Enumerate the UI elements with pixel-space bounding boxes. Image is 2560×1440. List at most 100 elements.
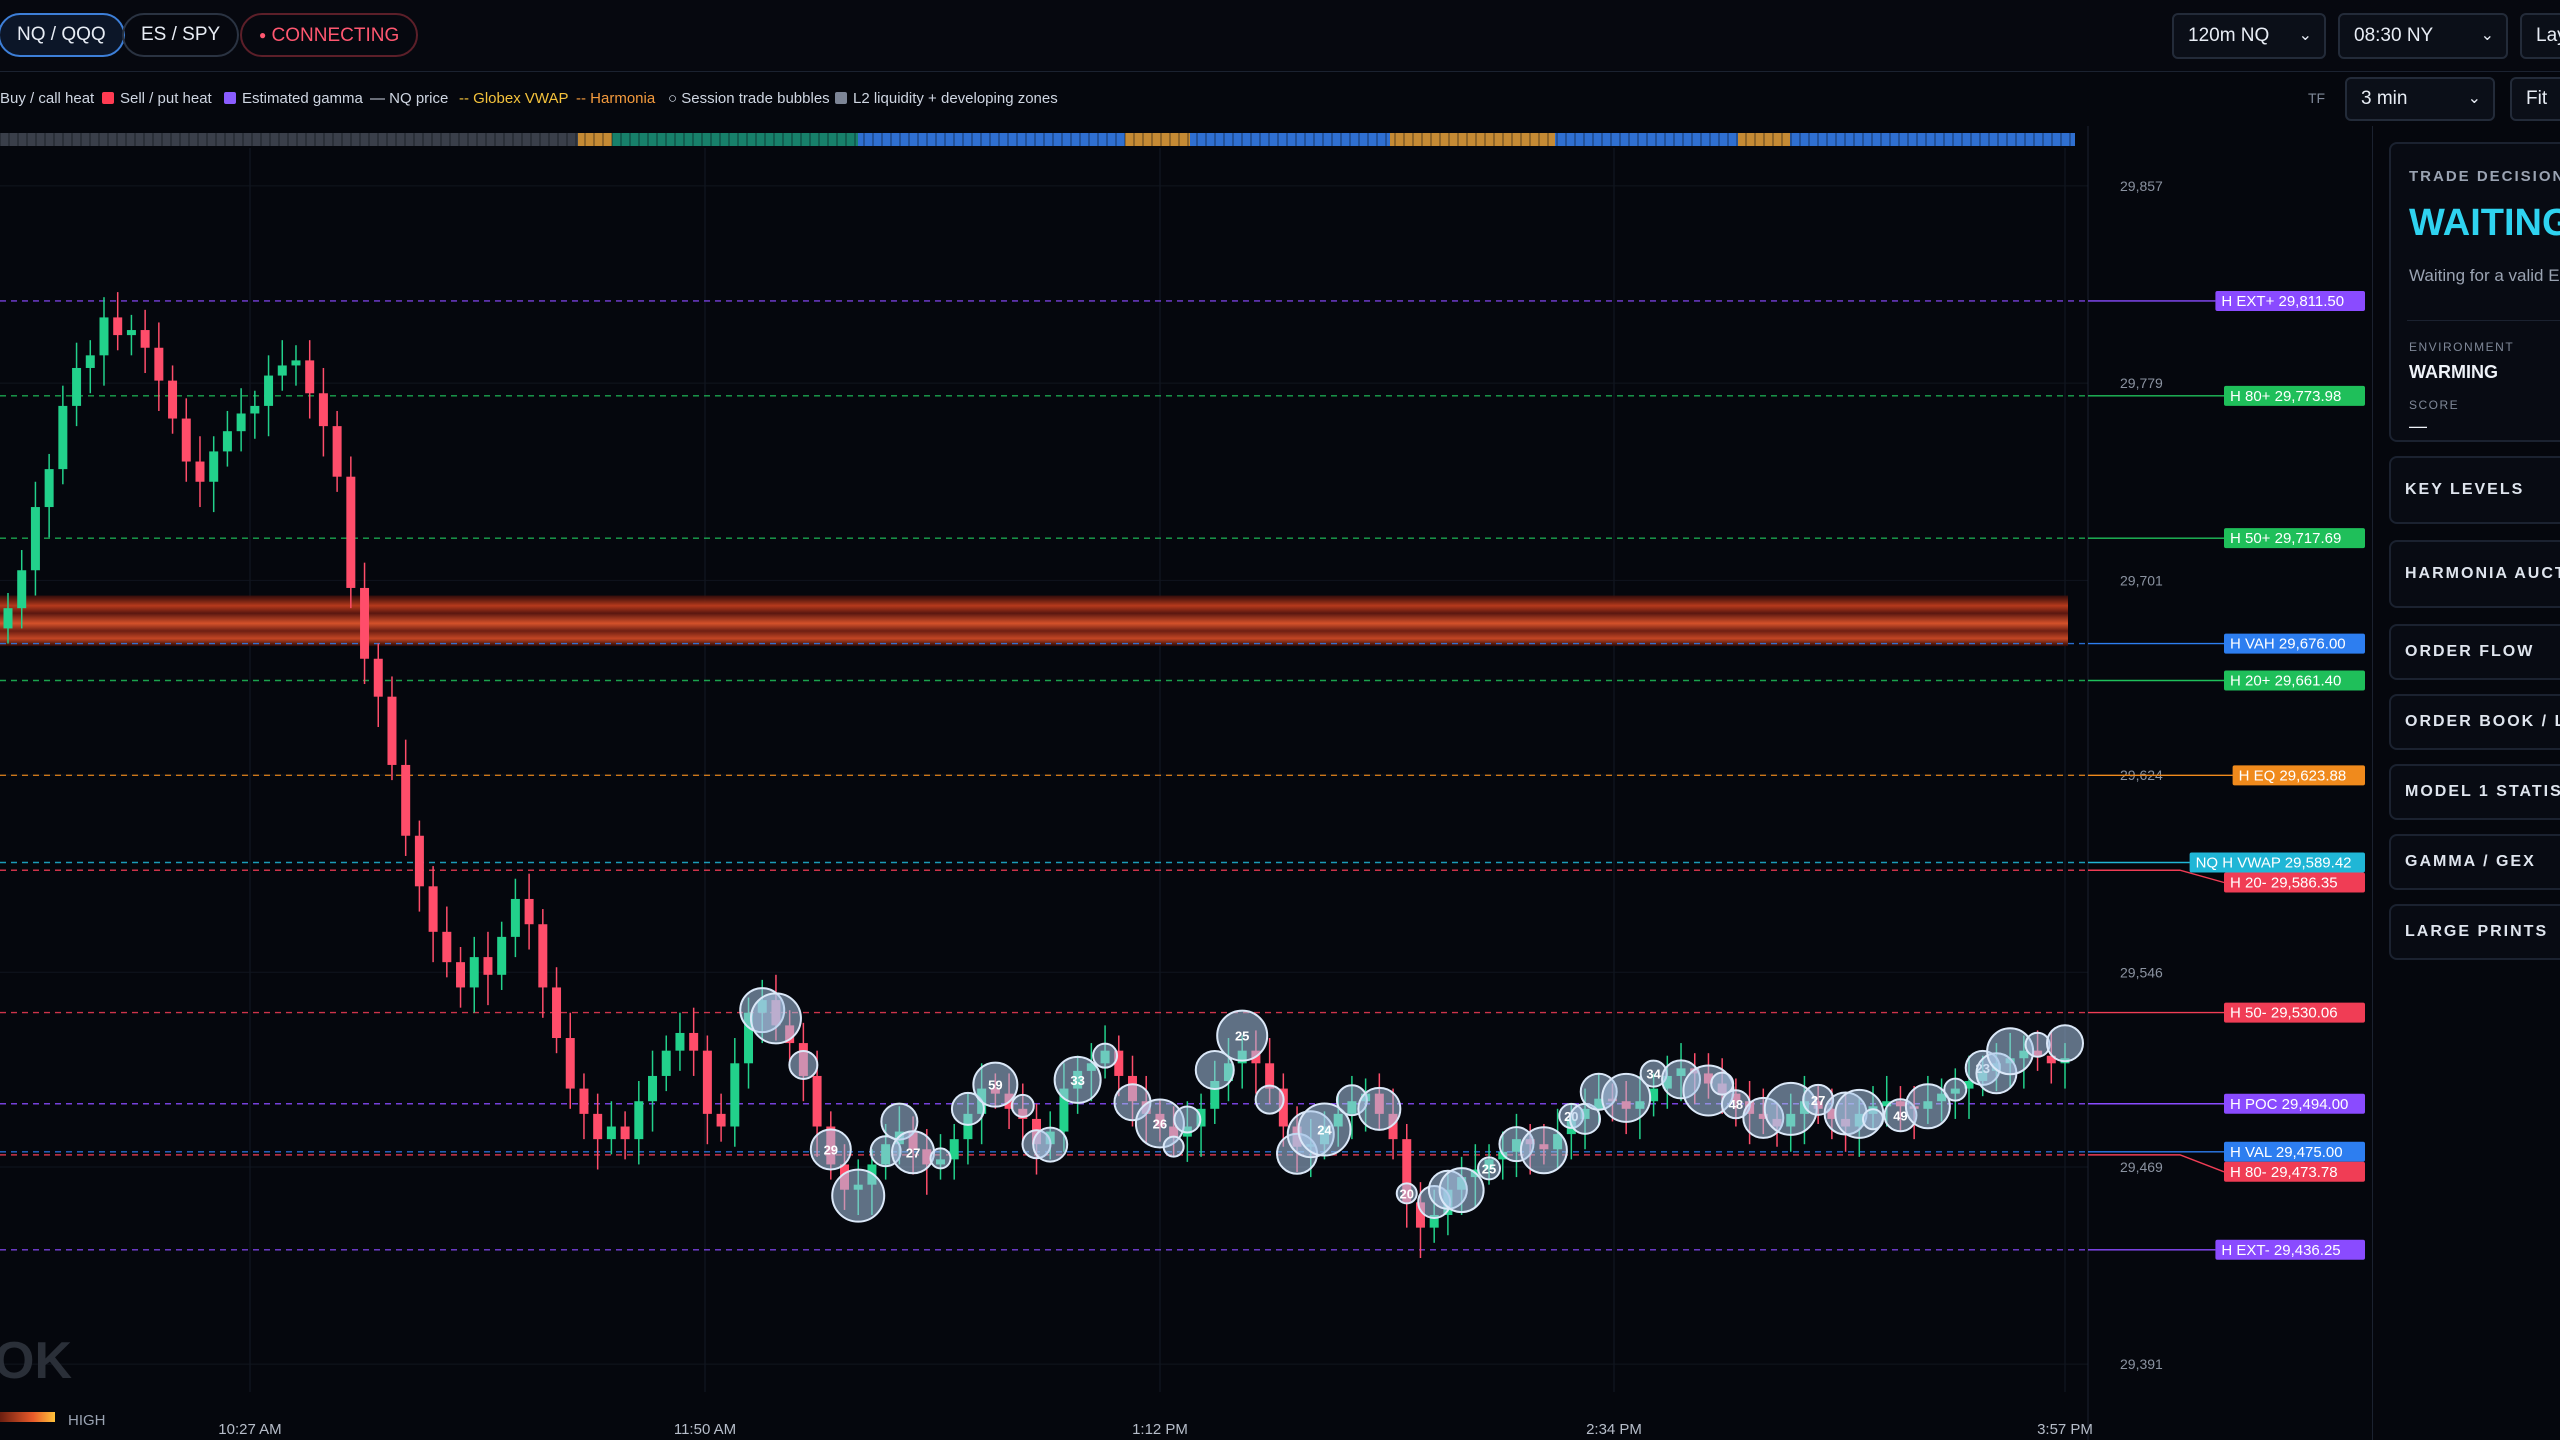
- section-label: ORDER FLOW: [2405, 643, 2535, 660]
- candle-body: [318, 393, 328, 427]
- trade-bubble: [1438, 1167, 1485, 1214]
- tab-nq-qqq[interactable]: NQ / QQQ: [0, 13, 125, 57]
- trade-bubble-label: 29: [824, 1142, 838, 1157]
- regime-ribbon: [0, 133, 2075, 146]
- ribbon-segment: [1125, 133, 1190, 146]
- legend-sell-put-heat: Sell / put heat: [102, 90, 212, 107]
- y-tick-label: 29,546: [2120, 964, 2163, 980]
- candle-body: [99, 317, 109, 356]
- candle-body: [222, 431, 232, 452]
- score-value: —: [2409, 416, 2427, 436]
- candle-body: [552, 987, 562, 1039]
- section-label: KEY LEVELS: [2405, 481, 2525, 498]
- section-label: HARMONIA AUCT: [2405, 565, 2560, 582]
- trade-bubble: [1254, 1084, 1285, 1115]
- candle-body: [181, 418, 191, 462]
- section-gamma-gex[interactable]: GAMMA / GEX: [2389, 834, 2560, 890]
- level-badge-label: H 50+ 29,717.69: [2230, 530, 2341, 547]
- ribbon-segment: [858, 133, 1125, 146]
- decision-subtitle: Waiting for a valid E: [2409, 266, 2560, 285]
- candle-body: [428, 886, 438, 932]
- timeframe-select-value: 120m NQ: [2188, 25, 2270, 46]
- x-tick-label: 2:34 PM: [1586, 1421, 1642, 1438]
- legend-label: Sell / put heat: [120, 90, 212, 107]
- candle-body: [730, 1063, 740, 1127]
- section-model-statistics[interactable]: MODEL 1 STATIST: [2389, 764, 2560, 820]
- candle-body: [442, 931, 452, 963]
- legend-estimated-gamma: Estimated gamma: [224, 90, 363, 107]
- session-select[interactable]: 08:30 NY ⌄: [2338, 13, 2508, 59]
- candle-body: [44, 469, 54, 508]
- tf-label: TF: [2308, 90, 2326, 106]
- trade-bubble: [1943, 1077, 1968, 1102]
- legend-label: NQ price: [389, 90, 449, 107]
- candle-body: [675, 1032, 685, 1051]
- fit-button[interactable]: Fit: [2510, 77, 2560, 121]
- trade-bubble: [749, 992, 802, 1045]
- trade-bubble-label: 59: [988, 1078, 1002, 1093]
- y-tick-label: 29,857: [2120, 178, 2163, 194]
- tf-select-value: 3 min: [2361, 88, 2408, 109]
- x-tick-label: 3:57 PM: [2037, 1421, 2093, 1438]
- level-badge-label: NQ H VWAP 29,589.42: [2196, 854, 2352, 871]
- section-key-levels[interactable]: KEY LEVELS: [2389, 456, 2560, 524]
- legend-l2-liquidity: L2 liquidity + developing zones: [835, 90, 1058, 107]
- price-chart[interactable]: 292759332625242025203448274923 29,85729,…: [0, 126, 2372, 1440]
- legend-label: Buy / call heat: [0, 90, 95, 107]
- trade-decision-title: TRADE DECISION: [2409, 168, 2560, 185]
- section-label: ORDER BOOK / L2: [2405, 713, 2560, 730]
- legend-session-trade-bubbles: ○ Session trade bubbles: [668, 90, 830, 107]
- tf-select[interactable]: 3 min ⌄: [2345, 77, 2495, 121]
- ribbon-segment: [0, 133, 578, 146]
- section-order-book[interactable]: ORDER BOOK / L2: [2389, 694, 2560, 750]
- candle-body: [72, 367, 82, 406]
- x-tick-label: 11:50 AM: [674, 1421, 736, 1438]
- session-select-value: 08:30 NY: [2354, 25, 2434, 46]
- line-icon: —: [370, 90, 390, 107]
- layout-button[interactable]: Lay: [2520, 13, 2560, 59]
- level-labels: H EXT+ 29,811.50 H 80+ 29,773.98 H 50+ 29,…: [2088, 290, 2365, 1260]
- connection-status-label: CONNECTING: [271, 25, 400, 46]
- x-tick-label: 10:27 AM: [218, 1421, 281, 1438]
- timeframe-select[interactable]: 120m NQ ⌄: [2172, 13, 2326, 59]
- trade-bubble: [1357, 1086, 1402, 1131]
- section-harmonia-auction[interactable]: HARMONIA AUCT: [2389, 540, 2560, 608]
- layout-button-label: Lay: [2536, 25, 2560, 46]
- level-badge-label: H VAL 29,475.00: [2230, 1144, 2343, 1161]
- gray-square-icon: [835, 92, 847, 104]
- trade-bubble-label: 25: [1482, 1161, 1496, 1176]
- trade-bubble-label: 27: [1811, 1093, 1825, 1108]
- candle-body: [689, 1032, 699, 1051]
- trade-bubble: [929, 1147, 952, 1170]
- legend-buy-call-heat: Buy / call heat: [0, 90, 94, 107]
- legend-label: Estimated gamma: [242, 90, 363, 107]
- legend-label: L2 liquidity + developing zones: [853, 90, 1058, 107]
- level-badge-label: H 20- 29,586.35: [2230, 874, 2338, 891]
- candle-body: [456, 962, 466, 988]
- candle-body: [469, 957, 479, 988]
- trade-bubble-label: 26: [1153, 1117, 1167, 1132]
- top-toolbar: NQ / QQQ ES / SPY ● CONNECTING 120m NQ ⌄…: [0, 0, 2560, 72]
- trade-bubble: [1986, 1027, 2035, 1076]
- trade-bubbles: 292759332625242025203448274923: [739, 987, 2084, 1223]
- legend-nq-price: — NQ price: [370, 90, 448, 107]
- score-label: SCORE: [2409, 398, 2460, 412]
- candle-body: [606, 1126, 616, 1140]
- level-badge-label: H 80+ 29,773.98: [2230, 388, 2341, 405]
- section-large-prints[interactable]: LARGE PRINTS: [2389, 904, 2560, 960]
- trade-bubble: [1010, 1093, 1035, 1118]
- trade-bubble-label: 27: [906, 1145, 920, 1160]
- level-badge-label: H 50- 29,530.06: [2230, 1005, 2338, 1022]
- candle-body: [387, 696, 397, 765]
- candle-body: [85, 355, 95, 368]
- section-order-flow[interactable]: ORDER FLOW: [2389, 624, 2560, 680]
- candle-body: [305, 360, 315, 394]
- watermark-logo: OK: [0, 1332, 72, 1390]
- red-square-icon: [102, 92, 114, 104]
- trade-bubble-label: 33: [1070, 1073, 1084, 1088]
- x-axis: 10:27 AM 11:50 AM 1:12 PM 2:34 PM 3:57 PM: [218, 1421, 2093, 1438]
- tab-es-spy[interactable]: ES / SPY: [122, 13, 240, 57]
- connection-status-badge: ● CONNECTING: [240, 13, 419, 57]
- liquidity-heat-zone: [0, 595, 2068, 647]
- candle-body: [620, 1126, 630, 1140]
